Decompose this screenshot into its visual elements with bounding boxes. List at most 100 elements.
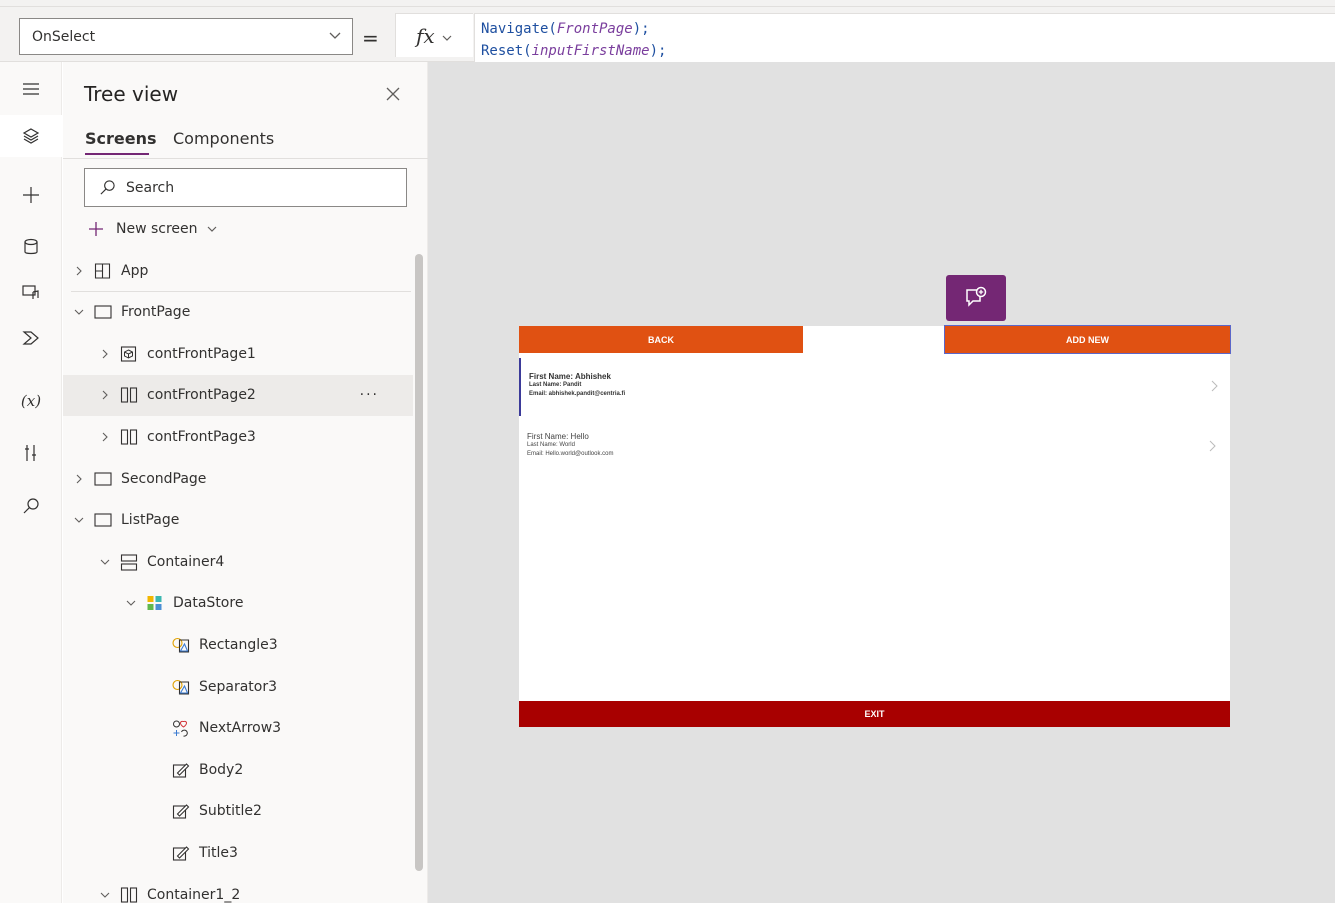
more-options-icon[interactable]: ···: [360, 387, 379, 403]
tree-node-container1_2[interactable]: Container1_2: [63, 874, 413, 915]
fx-icon: fx: [416, 23, 435, 48]
comment-button[interactable]: [946, 275, 1006, 321]
shape-icon: [172, 637, 190, 653]
tree-node-listpage[interactable]: ListPage: [63, 500, 413, 541]
icons-icon: [173, 720, 188, 737]
tree-node-app[interactable]: App: [63, 250, 413, 291]
panel-title: Tree view: [84, 82, 179, 106]
chevron-right-icon[interactable]: [99, 348, 111, 360]
close-icon[interactable]: [385, 86, 401, 102]
chevron-down-icon[interactable]: [99, 889, 111, 901]
component-icon: [120, 346, 137, 362]
tab-components[interactable]: Components: [173, 129, 274, 148]
tab-underline: [85, 153, 149, 155]
app-screen-preview: BACK ADD NEW First Name: Abhishek Last N…: [519, 325, 1231, 727]
search-input[interactable]: Search: [84, 168, 407, 207]
tree-node-label: SecondPage: [121, 470, 207, 487]
chevron-right-icon[interactable]: [99, 431, 111, 443]
data-button[interactable]: [0, 226, 62, 268]
tab-screens[interactable]: Screens: [85, 129, 157, 148]
formula-input[interactable]: Navigate(FrontPage); Reset(inputFirstNam…: [474, 13, 1335, 62]
search-icon: [23, 498, 39, 514]
tree-node-body2[interactable]: Body2: [63, 749, 413, 790]
tree-view-panel: Tree view Screens Components Search New …: [63, 62, 428, 903]
chevron-down-icon[interactable]: [99, 556, 111, 568]
horizontal-container-icon: [120, 387, 138, 403]
tree-node-container4[interactable]: Container4: [63, 541, 413, 582]
layers-icon: [22, 128, 40, 144]
tree-node-secondpage[interactable]: SecondPage: [63, 458, 413, 499]
fx-button[interactable]: fx: [395, 13, 473, 57]
tree-node-label: App: [121, 262, 149, 279]
exit-button[interactable]: EXIT: [519, 701, 1230, 727]
formula-argument: FrontPage: [556, 21, 633, 37]
insert-button[interactable]: [0, 174, 62, 216]
tree-node-contfrontpage3[interactable]: contFrontPage3: [63, 416, 413, 457]
chevron-down-icon[interactable]: [73, 514, 85, 526]
chevron-down-icon: [442, 35, 452, 41]
tree-node-separator3[interactable]: Separator3: [63, 666, 413, 707]
search-button[interactable]: [0, 485, 62, 527]
item-last-name: Last Name: World: [527, 442, 575, 448]
tree-node-subtitle2[interactable]: Subtitle2: [63, 791, 413, 832]
app-icon: [94, 262, 111, 279]
plus-icon: [89, 222, 103, 236]
item-last-name: Last Name: Pandit: [529, 382, 582, 388]
chevron-right-icon[interactable]: [73, 265, 85, 277]
formula-function: Navigate(: [481, 21, 557, 37]
hamburger-button[interactable]: [0, 68, 62, 110]
vertical-container-icon: [120, 554, 138, 571]
tree-node-label: FrontPage: [121, 304, 191, 321]
formula-end: );: [649, 43, 667, 59]
tree-node-datastore[interactable]: DataStore: [63, 583, 413, 624]
item-email: Email: Hello.world@outlook.com: [527, 451, 614, 457]
chevron-right-icon[interactable]: [99, 389, 111, 401]
advanced-tools-button[interactable]: [0, 432, 62, 474]
variables-button[interactable]: (x): [0, 380, 62, 422]
gallery-item[interactable]: First Name: Abhishek Last Name: Pandit E…: [519, 358, 1230, 416]
variables-icon: (x): [20, 392, 42, 410]
power-automate-icon: [22, 331, 39, 345]
property-dropdown[interactable]: OnSelect: [19, 18, 353, 55]
power-automate-button[interactable]: [0, 317, 62, 359]
search-placeholder: Search: [126, 179, 175, 196]
formula-end: );: [632, 21, 650, 37]
tree-node-label: contFrontPage2: [147, 387, 256, 404]
media-button[interactable]: [0, 271, 62, 313]
screen-icon: [94, 471, 112, 486]
chevron-down-icon: [207, 226, 216, 232]
chevron-right-icon[interactable]: [73, 473, 85, 485]
tree-node-rectangle3[interactable]: Rectangle3: [63, 624, 413, 665]
tools-icon: [25, 445, 36, 461]
scrollbar[interactable]: [415, 254, 423, 871]
formula-line-1: Navigate(FrontPage);: [481, 18, 1335, 40]
gallery-item[interactable]: First Name: Hello Last Name: World Email…: [519, 418, 1230, 476]
hamburger-icon: [23, 83, 39, 95]
chevron-down-icon[interactable]: [125, 597, 137, 609]
horizontal-container-icon: [120, 886, 138, 903]
tree-node-title3[interactable]: Title3: [63, 832, 413, 873]
chevron-right-icon[interactable]: [1210, 380, 1218, 392]
tree-node-contfrontpage2[interactable]: contFrontPage2 ···: [63, 374, 413, 416]
chevron-right-icon[interactable]: [1208, 440, 1216, 452]
search-icon: [100, 180, 115, 195]
chevron-down-icon: [329, 32, 341, 39]
tree-node-label: Title3: [199, 844, 238, 861]
back-button[interactable]: BACK: [519, 326, 803, 353]
add-new-button[interactable]: ADD NEW: [944, 325, 1231, 354]
tree-node-label: Subtitle2: [199, 803, 262, 820]
tree-node-label: Rectangle3: [199, 636, 278, 653]
tree-view-button[interactable]: [0, 115, 62, 157]
tree-node-label: Container4: [147, 553, 225, 570]
tree-node-label: Separator3: [199, 678, 278, 695]
tree-node-contfrontpage1[interactable]: contFrontPage1: [63, 333, 413, 374]
new-screen-button[interactable]: New screen: [88, 218, 218, 240]
top-divider: [0, 6, 1335, 7]
tree-node-nextarrow3[interactable]: NextArrow3: [63, 708, 413, 749]
tree-node-label: DataStore: [173, 595, 244, 612]
media-icon: [22, 285, 39, 299]
tree-node-frontpage[interactable]: FrontPage: [63, 292, 413, 333]
chevron-down-icon[interactable]: [73, 306, 85, 318]
